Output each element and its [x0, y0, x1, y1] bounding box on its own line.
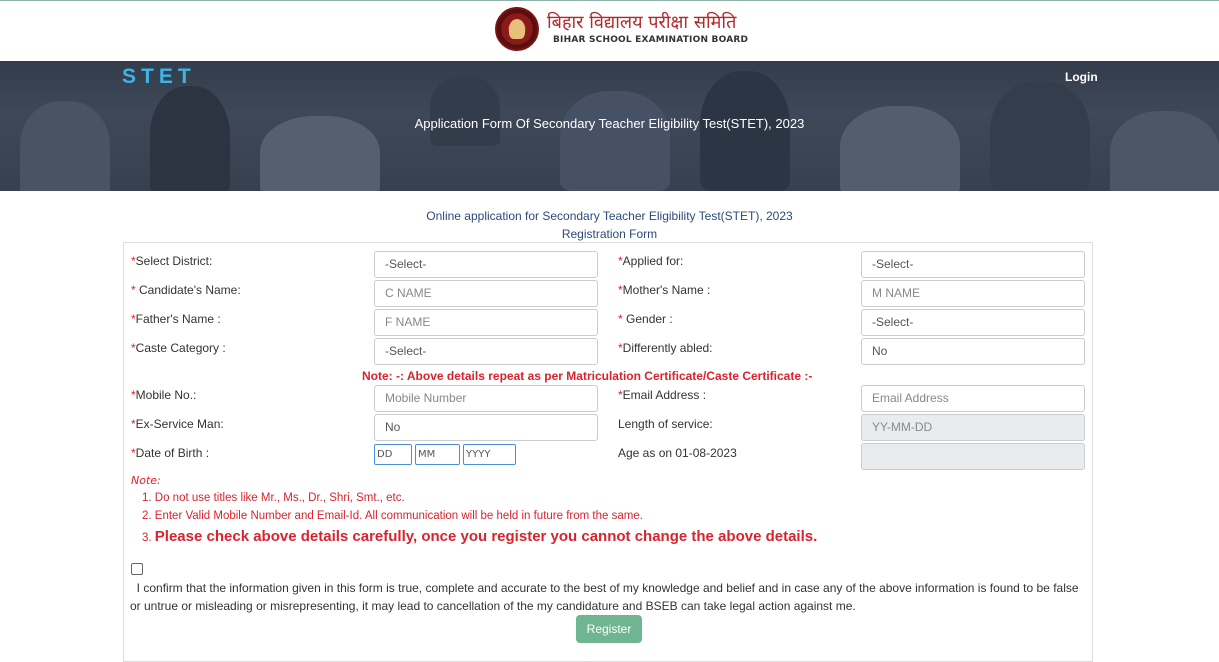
applied-for-dropdown[interactable]: -Select-: [861, 251, 1085, 278]
register-button[interactable]: Register: [576, 615, 642, 643]
registration-form: *Select District: -Select- *Applied for:…: [123, 242, 1093, 662]
stet-brand[interactable]: STET: [122, 65, 196, 89]
bseb-logo: बिहार विद्यालय परीक्षा समिति BIHAR SCHOO…: [495, 7, 748, 51]
dob-day-select[interactable]: DD: [374, 444, 412, 465]
hero-banner: STET Login Application Form Of Secondary…: [0, 61, 1219, 191]
mobile-input[interactable]: Mobile Number: [374, 385, 598, 412]
login-link[interactable]: Login: [1065, 70, 1098, 84]
dob-month-select[interactable]: MM: [415, 444, 460, 465]
age-field: [861, 443, 1085, 470]
note-item-2: 2. Enter Valid Mobile Number and Email-I…: [142, 510, 643, 522]
note-item-1: 1. Do not use titles like Mr., Ms., Dr.,…: [142, 492, 405, 504]
length-of-service-input: YY-MM-DD: [861, 414, 1085, 441]
age-label: Age as on 01-08-2023: [618, 446, 737, 460]
dob-year-select[interactable]: YYYY: [463, 444, 516, 465]
candidate-name-input[interactable]: C NAME: [374, 280, 598, 307]
subheading-line-2: Registration Form: [561, 227, 658, 241]
ex-service-dropdown[interactable]: No: [374, 414, 598, 441]
logo-english-text: BIHAR SCHOOL EXAMINATION BOARD: [553, 35, 749, 45]
ex-service-label: *Ex-Service Man:: [131, 417, 224, 431]
select-district-dropdown[interactable]: -Select-: [374, 251, 598, 278]
caste-category-dropdown[interactable]: -Select-: [374, 338, 598, 365]
differently-abled-dropdown[interactable]: No: [861, 338, 1085, 365]
candidate-name-label: * Candidate's Name:: [131, 283, 241, 297]
mother-name-label: *Mother's Name :: [618, 283, 711, 297]
father-name-label: *Father's Name :: [131, 312, 221, 326]
dob-label: *Date of Birth :: [131, 446, 210, 460]
top-header: बिहार विद्यालय परीक्षा समिति BIHAR SCHOO…: [0, 0, 1219, 61]
email-label: *Email Address :: [618, 388, 707, 402]
note-item-3: 3. Please check above details carefully,…: [142, 528, 818, 545]
select-district-label: *Select District:: [131, 254, 213, 268]
mother-name-input[interactable]: M NAME: [861, 280, 1085, 307]
notes-title: Note:: [131, 474, 161, 487]
confirmation-text: I confirm that the information given in …: [130, 581, 1079, 613]
differently-abled-label: *Differently abled:: [618, 341, 713, 355]
father-name-input[interactable]: F NAME: [374, 309, 598, 336]
applied-for-label: *Applied for:: [618, 254, 684, 268]
subheading-line-1: Online application for Secondary Teacher…: [426, 209, 793, 223]
email-input[interactable]: Email Address: [861, 385, 1085, 412]
gender-dropdown[interactable]: -Select-: [861, 309, 1085, 336]
form-subheading: Online application for Secondary Teacher…: [0, 207, 1219, 243]
confirm-checkbox[interactable]: [131, 563, 143, 575]
length-of-service-label: Length of service:: [618, 417, 713, 431]
caste-category-label: *Caste Category :: [131, 341, 226, 355]
bseb-seal-icon: [495, 7, 539, 51]
mobile-label: *Mobile No.:: [131, 388, 197, 402]
gender-label: * Gender :: [618, 312, 673, 326]
banner-title: Application Form Of Secondary Teacher El…: [414, 116, 805, 131]
matriculation-note: Note: -: Above details repeat as per Mat…: [362, 369, 813, 383]
logo-hindi-text: बिहार विद्यालय परीक्षा समिति: [547, 12, 737, 33]
